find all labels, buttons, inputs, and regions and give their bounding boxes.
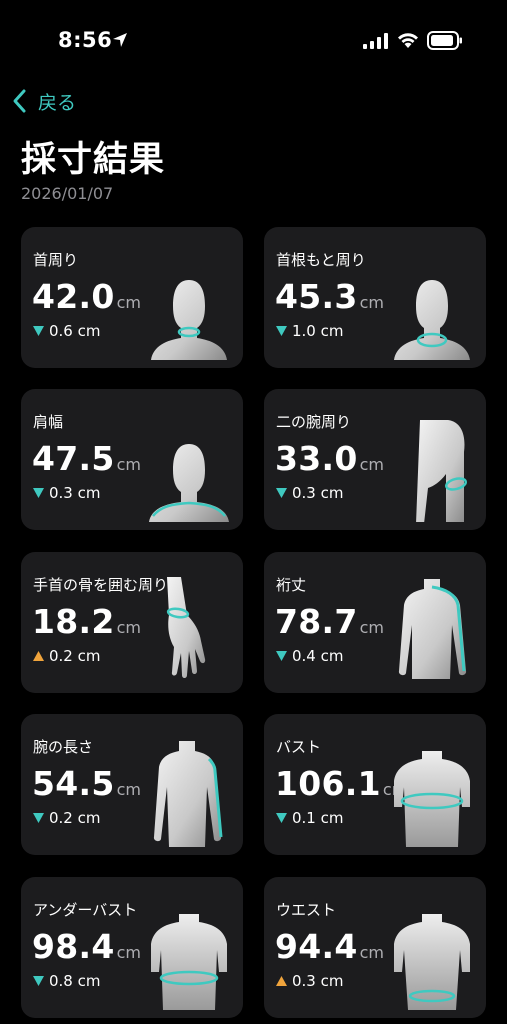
measurement-name: 肩幅	[33, 413, 64, 431]
page-title: 採寸結果	[21, 140, 166, 180]
triangle-down-icon	[276, 488, 287, 498]
triangle-down-icon	[276, 326, 287, 336]
measurement-value: 42.0 cm	[32, 277, 142, 316]
measurement-card-waist[interactable]: ウエスト 94.4 cm 0.3 cm	[264, 877, 486, 1018]
battery-icon	[427, 31, 462, 50]
measurement-value: 78.7 cm	[275, 602, 385, 641]
measurement-change: 0.2 cm	[33, 809, 100, 827]
back-label: 戻る	[38, 91, 77, 114]
neck-base-figure	[394, 280, 470, 360]
measurement-value: 33.0 cm	[275, 439, 385, 478]
measurement-change: 0.2 cm	[33, 647, 100, 665]
measurement-change: 0.4 cm	[276, 647, 343, 665]
measurement-change: 0.6 cm	[33, 322, 100, 340]
location-arrow-icon	[113, 33, 127, 47]
measurement-card-shoulder-width[interactable]: 肩幅 47.5 cm 0.3 cm	[21, 389, 243, 530]
measurement-value: 94.4 cm	[275, 927, 385, 966]
wifi-icon	[398, 33, 418, 48]
cellular-signal-icon	[363, 33, 388, 49]
waist-figure	[394, 914, 470, 1010]
measurement-name: アンダーバスト	[33, 901, 138, 919]
triangle-down-icon	[276, 813, 287, 823]
measurement-value: 54.5 cm	[32, 764, 142, 803]
arm-length-figure	[153, 741, 223, 847]
sleeve-length-figure	[398, 579, 467, 679]
measurement-value: 98.4 cm	[32, 927, 142, 966]
measurement-change: 1.0 cm	[276, 322, 343, 340]
measurement-card-neck[interactable]: 首周り 42.0 cm 0.6 cm	[21, 227, 243, 368]
measurement-card-wrist[interactable]: 手首の骨を囲む周り 18.2 cm 0.2 cm	[21, 552, 243, 693]
triangle-down-icon	[33, 488, 44, 498]
measurement-name: 首根もと周り	[276, 251, 366, 269]
measurement-card-neck-base[interactable]: 首根もと周り 45.3 cm 1.0 cm	[264, 227, 486, 368]
neck-figure	[151, 280, 227, 360]
wrist-figure	[166, 577, 206, 678]
measurement-change: 0.8 cm	[33, 972, 100, 990]
chevron-left-icon	[13, 89, 26, 113]
measurement-value: 106.1cm	[275, 764, 407, 803]
measurement-card-bust[interactable]: バスト 106.1cm 0.1 cm	[264, 714, 486, 855]
measurement-change: 0.3 cm	[276, 484, 343, 502]
measurement-change: 0.1 cm	[276, 809, 343, 827]
measurement-name: ウエスト	[276, 901, 337, 919]
triangle-up-icon	[276, 976, 287, 986]
status-time: 8:56	[58, 28, 113, 52]
triangle-down-icon	[33, 813, 44, 823]
measurement-value: 18.2 cm	[32, 602, 142, 641]
measurement-card-underbust[interactable]: アンダーバスト 98.4 cm 0.8 cm	[21, 877, 243, 1018]
measurement-change: 0.3 cm	[33, 484, 100, 502]
measurement-name: 腕の長さ	[33, 738, 94, 756]
measurement-card-upper-arm[interactable]: 二の腕周り 33.0 cm 0.3 cm	[264, 389, 486, 530]
bust-figure	[394, 751, 470, 847]
status-bar: 8:56	[0, 0, 507, 80]
upper-arm-figure	[416, 420, 467, 522]
triangle-down-icon	[33, 976, 44, 986]
triangle-down-icon	[276, 651, 287, 661]
measurement-value: 47.5 cm	[32, 439, 142, 478]
measurement-value: 45.3 cm	[275, 277, 385, 316]
triangle-down-icon	[33, 326, 44, 336]
measurement-change: 0.3 cm	[276, 972, 343, 990]
measurement-name: 首周り	[33, 251, 79, 269]
measurement-card-sleeve-length[interactable]: 裄丈 78.7 cm 0.4 cm	[264, 552, 486, 693]
measurement-date: 2026/01/07	[21, 184, 114, 203]
measurement-name: 裄丈	[276, 576, 307, 594]
triangle-up-icon	[33, 651, 44, 661]
measurement-name: 二の腕周り	[276, 413, 352, 431]
back-button[interactable]: 戻る	[10, 86, 76, 116]
shoulder-figure	[149, 444, 229, 522]
underbust-figure	[151, 914, 227, 1010]
measurement-name: バスト	[276, 738, 322, 756]
measurement-card-arm-length[interactable]: 腕の長さ 54.5 cm 0.2 cm	[21, 714, 243, 855]
